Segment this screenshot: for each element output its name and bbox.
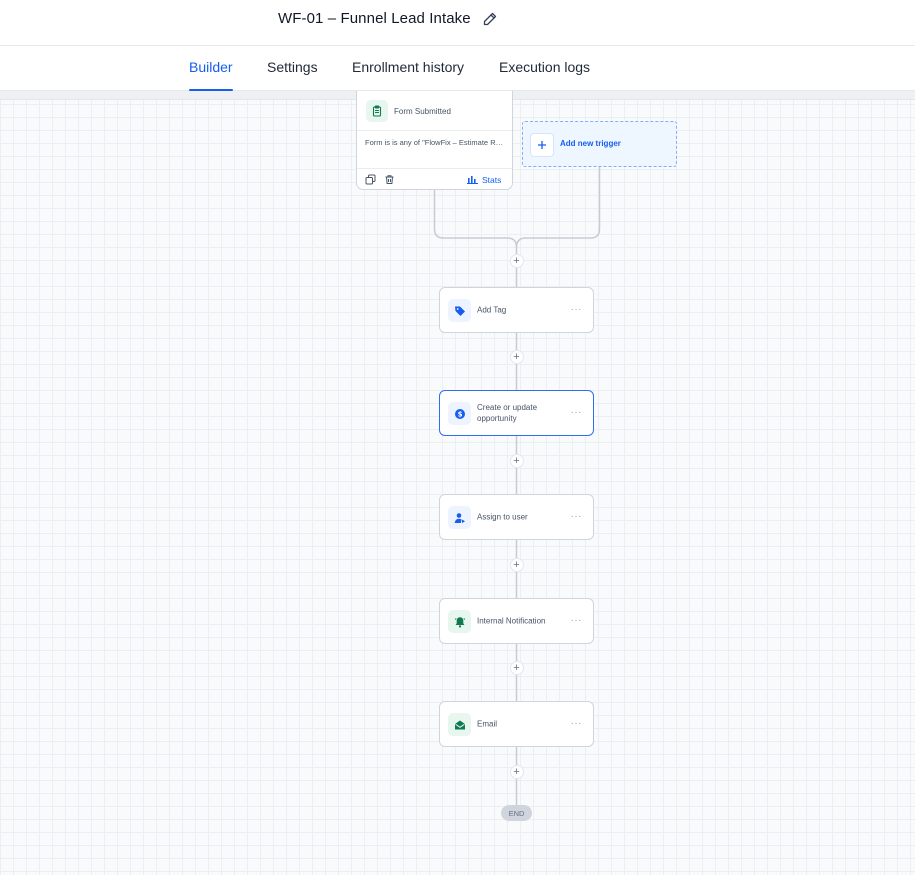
action-card-assign-user[interactable]: Assign to user ···: [439, 494, 594, 540]
add-new-trigger-button[interactable]: Add new trigger: [522, 121, 677, 167]
svg-text:$: $: [457, 410, 462, 418]
add-step-button[interactable]: +: [509, 765, 524, 779]
add-step-button[interactable]: +: [509, 661, 524, 675]
trigger-title: Form Submitted: [394, 107, 451, 116]
tab-execution-logs[interactable]: Execution logs: [499, 59, 590, 91]
trash-icon[interactable]: [384, 174, 395, 185]
tab-bar: Builder Settings Enrollment history Exec…: [0, 46, 915, 91]
trigger-footer-divider: [357, 168, 512, 169]
app-header: WF-01 – Funnel Lead Intake: [0, 0, 915, 46]
plus-icon: [530, 133, 554, 157]
pencil-icon[interactable]: [482, 11, 498, 27]
mail-icon: [448, 713, 471, 736]
action-label: Email: [477, 719, 498, 729]
trigger-card[interactable]: Form Submitted Form is is any of "FlowFi…: [356, 91, 513, 190]
add-trigger-label: Add new trigger: [560, 139, 621, 148]
bell-icon: [448, 610, 471, 633]
connector-lines: [433, 167, 601, 805]
add-step-button[interactable]: +: [509, 454, 524, 468]
more-options-icon[interactable]: ···: [571, 511, 583, 522]
action-card-email[interactable]: Email ···: [439, 701, 594, 747]
tab-builder[interactable]: Builder: [189, 59, 233, 91]
copy-icon[interactable]: [365, 174, 376, 185]
tab-enrollment-history[interactable]: Enrollment history: [352, 59, 464, 91]
action-card-add-tag[interactable]: Add Tag ···: [439, 287, 594, 333]
trigger-condition: Form is is any of "FlowFix – Estimate Re…: [365, 138, 507, 147]
add-step-button[interactable]: +: [509, 350, 524, 364]
tab-settings[interactable]: Settings: [267, 59, 318, 91]
action-label: Add Tag: [477, 305, 507, 315]
workflow-title: WF-01 – Funnel Lead Intake: [278, 10, 471, 27]
action-label: Internal Notification: [477, 616, 546, 626]
action-label: Assign to user: [477, 512, 528, 522]
clipboard-icon: [366, 100, 388, 122]
action-card-internal-notification[interactable]: Internal Notification ···: [439, 598, 594, 644]
more-options-icon[interactable]: ···: [571, 407, 583, 418]
workflow-canvas[interactable]: Form Submitted Form is is any of "FlowFi…: [0, 91, 915, 875]
end-node: END: [501, 805, 532, 821]
stats-label: Stats: [482, 174, 502, 185]
add-step-button[interactable]: +: [509, 254, 524, 268]
action-card-create-opportunity[interactable]: $ Create or update opportunity ···: [439, 390, 594, 436]
add-step-button[interactable]: +: [509, 558, 524, 572]
dollar-icon: $: [448, 402, 471, 425]
stats-button[interactable]: Stats: [467, 173, 501, 186]
bar-chart-icon: [467, 176, 478, 184]
trigger-divider: [357, 130, 512, 131]
user-assign-icon: [448, 506, 471, 529]
more-options-icon[interactable]: ···: [571, 304, 583, 315]
more-options-icon[interactable]: ···: [571, 718, 583, 729]
action-label: Create or update opportunity: [477, 403, 538, 423]
tag-icon: [448, 299, 471, 322]
more-options-icon[interactable]: ···: [571, 615, 583, 626]
